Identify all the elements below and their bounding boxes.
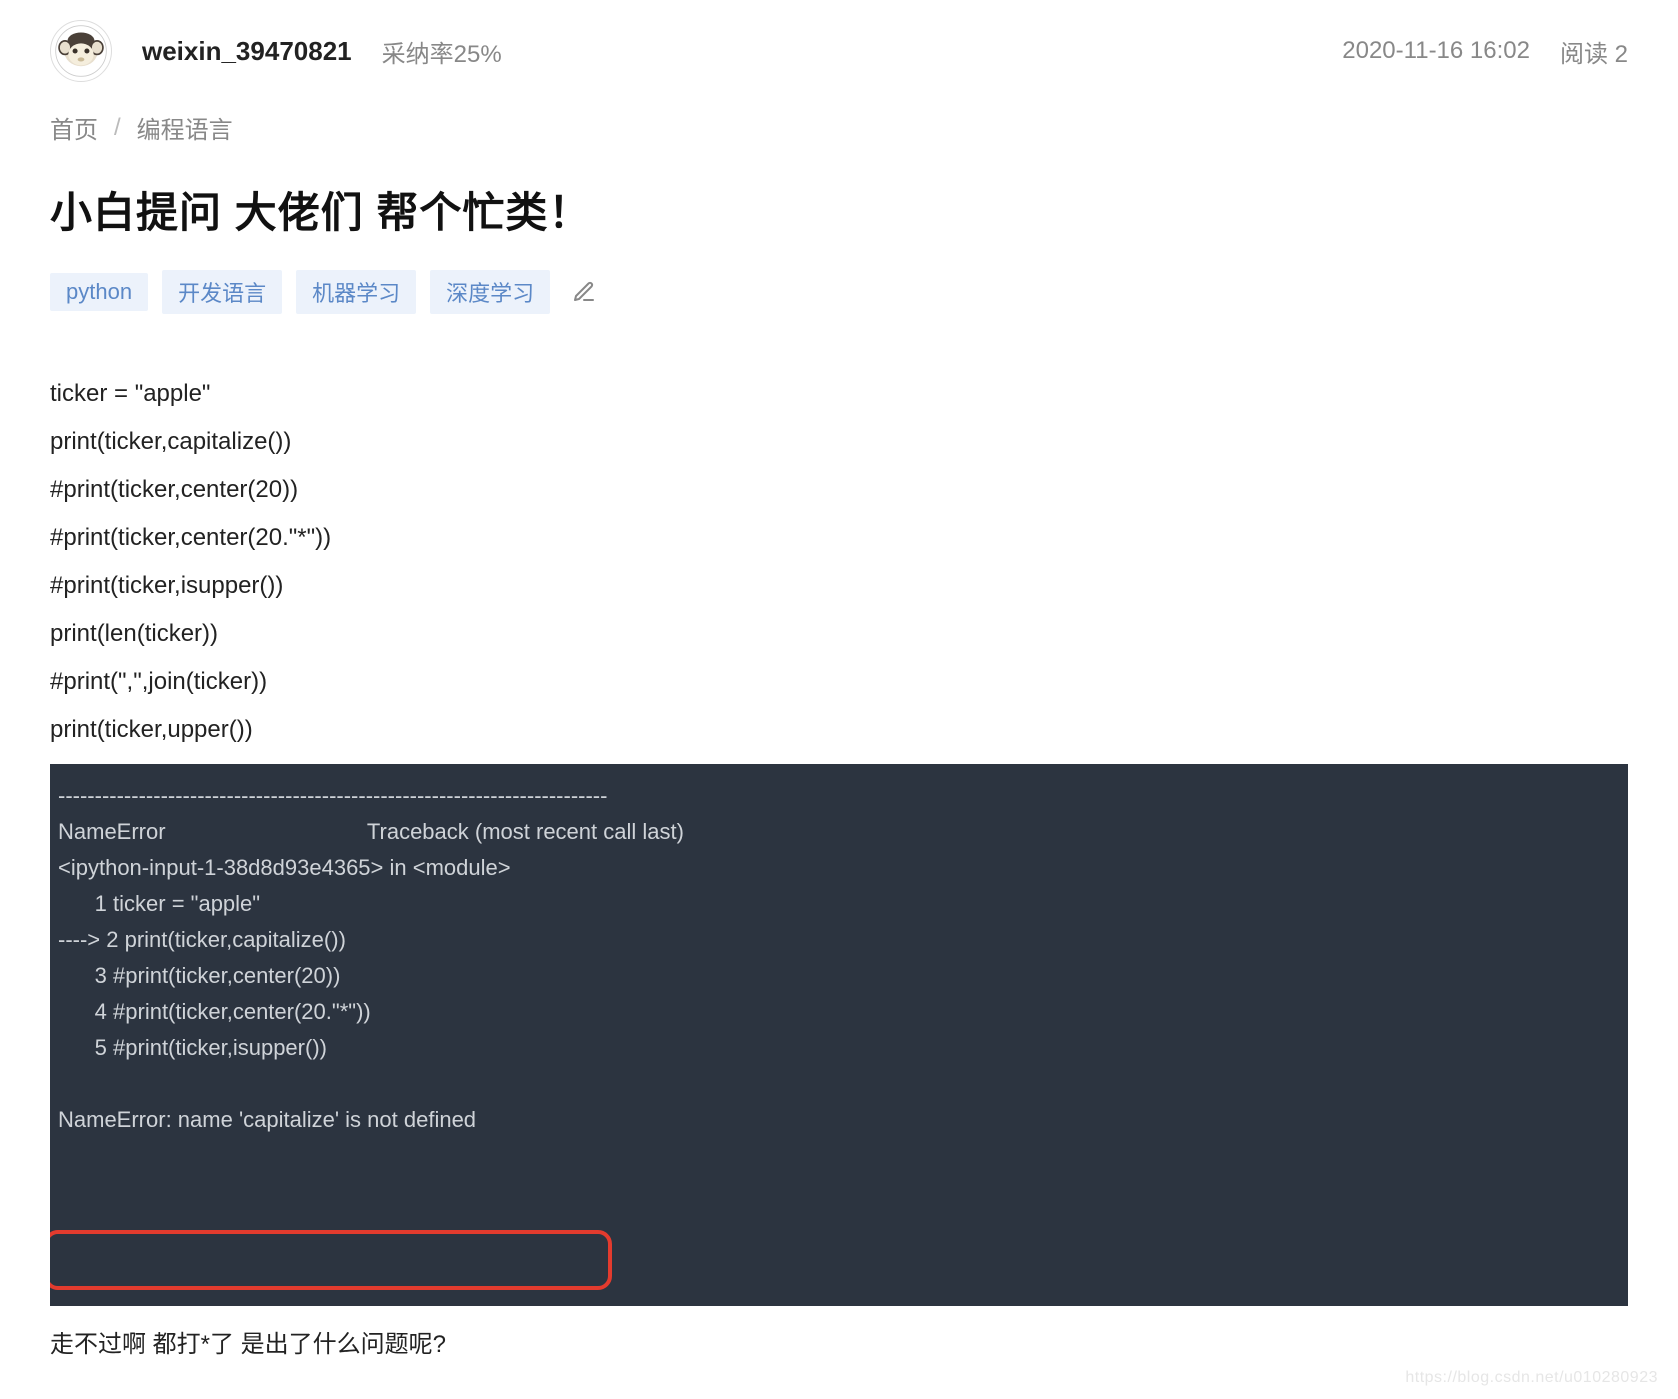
question-footer-text: 走不过啊 都打*了 是出了什么问题呢? [50, 1324, 1628, 1359]
author-block: weixin_39470821 采纳率25% [50, 20, 502, 82]
tags-row: python 开发语言 机器学习 深度学习 [50, 270, 1628, 314]
error-output-block: ----------------------------------------… [50, 764, 1628, 1306]
question-code-block: ticker = "apple" print(ticker,capitalize… [50, 370, 1628, 754]
breadcrumb-separator: / [114, 114, 121, 142]
edit-tags-icon[interactable] [572, 280, 596, 304]
avatar[interactable] [50, 20, 112, 82]
monkey-avatar-icon [54, 24, 108, 78]
accept-rate: 采纳率25% [382, 34, 502, 69]
breadcrumb: 首页 / 编程语言 [50, 110, 1628, 145]
tag-deep-learning[interactable]: 深度学习 [430, 270, 550, 314]
breadcrumb-home[interactable]: 首页 [50, 110, 98, 145]
error-highlight-box [50, 1230, 612, 1290]
timestamp: 2020-11-16 16:02 [1342, 37, 1530, 65]
post-title: 小白提问 大佬们 帮个忙类！ [50, 179, 1628, 240]
watermark: https://blog.csdn.net/u010280923 [1405, 1369, 1658, 1387]
breadcrumb-category[interactable]: 编程语言 [137, 110, 233, 145]
tag-dev-language[interactable]: 开发语言 [162, 270, 282, 314]
reads-count: 阅读 2 [1560, 34, 1628, 69]
tag-python[interactable]: python [50, 273, 148, 311]
tag-machine-learning[interactable]: 机器学习 [296, 270, 416, 314]
username[interactable]: weixin_39470821 [142, 36, 352, 67]
post-meta: 2020-11-16 16:02 阅读 2 [1342, 34, 1628, 69]
post-header: weixin_39470821 采纳率25% 2020-11-16 16:02 … [50, 20, 1628, 82]
